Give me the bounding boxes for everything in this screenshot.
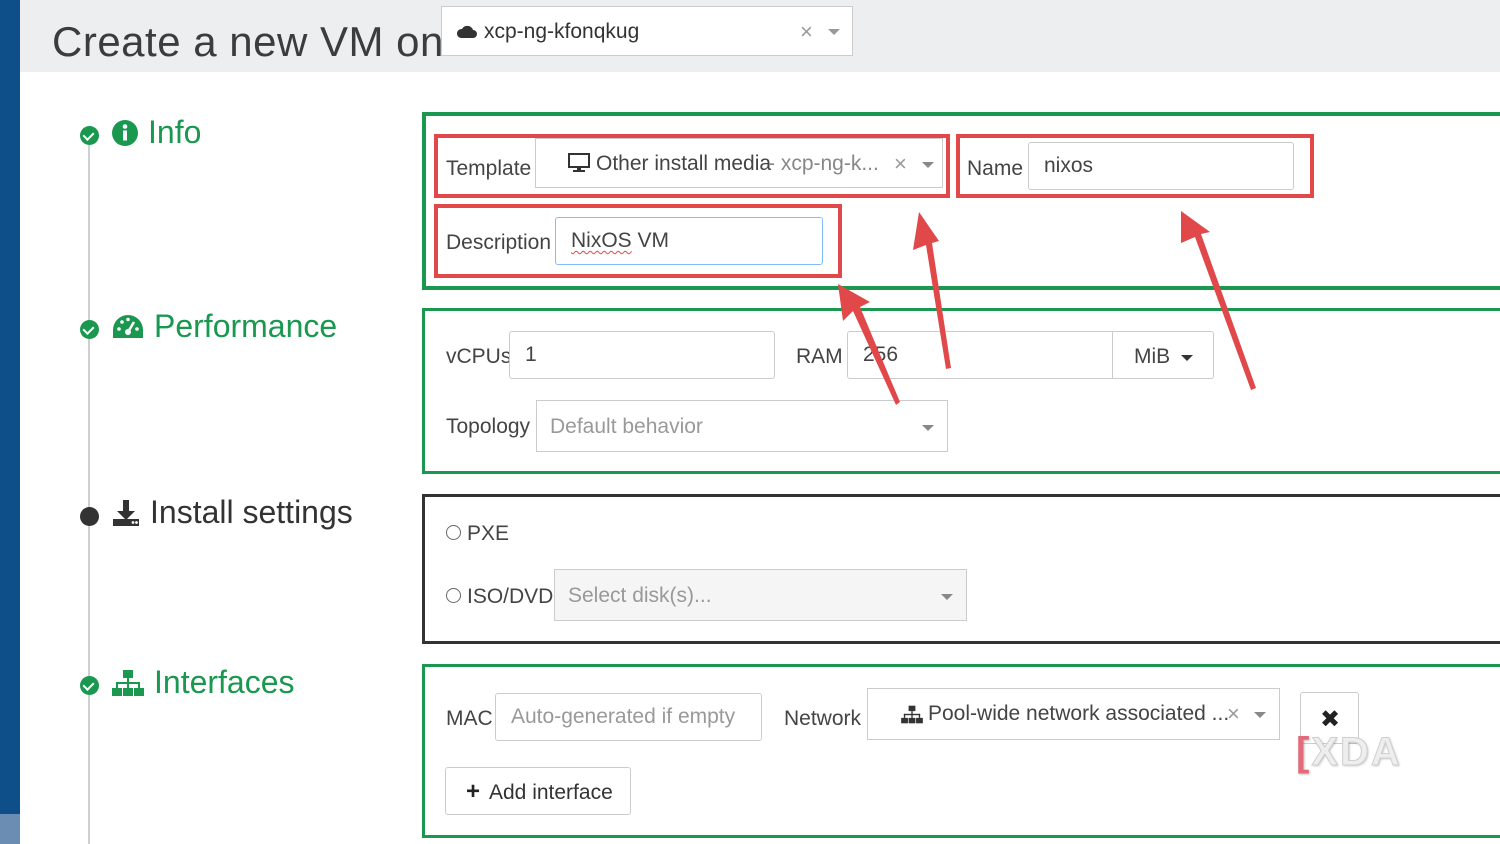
template-select-value: Other install media [596,152,772,175]
add-interface-label: Add interface [489,781,613,804]
app-sidebar-edge-bottom [0,814,20,844]
vcpus-input-value: 1 [525,343,537,366]
chevron-down-icon[interactable] [1254,712,1266,718]
network-select-value: Pool-wide network associated ... [928,702,1230,725]
disk-select-placeholder: Select disk(s)... [568,584,712,607]
network-icon [112,669,144,696]
pool-select-value: xcp-ng-kfonqkug [484,20,640,43]
step-done-check-icon [80,320,99,339]
topology-label: Topology [446,415,531,438]
step-performance-label: Performance [154,308,338,344]
network-select[interactable]: Pool-wide network associated ... × [867,688,1280,740]
step-done-check-icon [80,126,99,145]
pxe-label: PXE [467,522,510,545]
iso-dvd-label: ISO/DVD [467,585,554,608]
pxe-radio[interactable] [446,525,461,540]
step-interfaces-label: Interfaces [154,664,295,700]
mac-label: MAC [446,707,493,730]
step-info[interactable]: Info [112,114,201,151]
vcpus-label: vCPUs [446,345,512,368]
ram-input-value: 256 [863,343,899,366]
xda-watermark-logo: [XDA [1296,730,1402,775]
dashboard-icon [113,314,143,338]
disk-select[interactable]: Select disk(s)... [554,569,967,621]
name-input[interactable]: nixos [1028,142,1294,190]
clear-pool-icon[interactable]: × [800,19,813,45]
step-info-label: Info [148,114,202,150]
name-input-value: nixos [1044,154,1094,177]
step-pending-dot [80,507,99,526]
download-icon [113,499,139,526]
chevron-down-icon[interactable] [922,162,934,168]
description-input-value-rest: VM [631,229,670,252]
network-label: Network [784,707,862,730]
add-interface-button[interactable]: + Add interface [445,767,631,815]
xda-watermark-text: XDA [1311,730,1402,775]
page-title: Create a new VM on [52,18,444,65]
step-interfaces[interactable]: Interfaces [112,664,295,701]
vcpus-input[interactable]: 1 [509,331,775,379]
iso-dvd-radio[interactable] [446,588,461,603]
monitor-icon [568,153,590,179]
name-label: Name [967,157,1024,180]
network-icon [901,705,923,730]
template-label: Template [446,157,532,180]
mac-input[interactable]: Auto-generated if empty [495,693,762,741]
chevron-down-icon[interactable] [922,425,934,431]
topology-select[interactable]: Default behavior [536,400,948,452]
description-label: Description [446,231,552,254]
step-install-settings-label: Install settings [150,494,353,530]
step-performance[interactable]: Performance [112,308,337,345]
ram-unit-value: MiB [1134,345,1171,368]
info-circle-icon [112,119,138,146]
step-done-check-icon [80,676,99,695]
template-select-pool: - xcp-ng-k... [768,152,879,175]
ram-label: RAM [796,345,843,368]
page-header: Create a new VM on xcp-ng-kfonqkug × [20,0,1500,72]
mac-input-placeholder: Auto-generated if empty [511,705,736,728]
cloud-icon [456,23,478,44]
ram-input[interactable]: 256 [847,331,1113,379]
ram-unit-dropdown[interactable]: MiB [1112,331,1214,379]
pool-select[interactable]: xcp-ng-kfonqkug × [441,6,853,56]
description-input[interactable]: NixOS VM [555,217,823,265]
clear-template-icon[interactable]: × [894,151,907,177]
description-input-value: NixOS [571,229,632,252]
steps-timeline [88,136,90,844]
topology-select-placeholder: Default behavior [550,415,703,438]
app-sidebar-edge [0,0,20,844]
clear-network-icon[interactable]: × [1227,701,1240,727]
caret-down-icon [1181,355,1193,361]
plus-icon: + [466,778,481,805]
step-install-settings[interactable]: Install settings [112,494,353,531]
chevron-down-icon[interactable] [828,29,840,35]
chevron-down-icon[interactable] [941,594,953,600]
template-select[interactable]: Other install media - xcp-ng-k... × [535,138,943,188]
